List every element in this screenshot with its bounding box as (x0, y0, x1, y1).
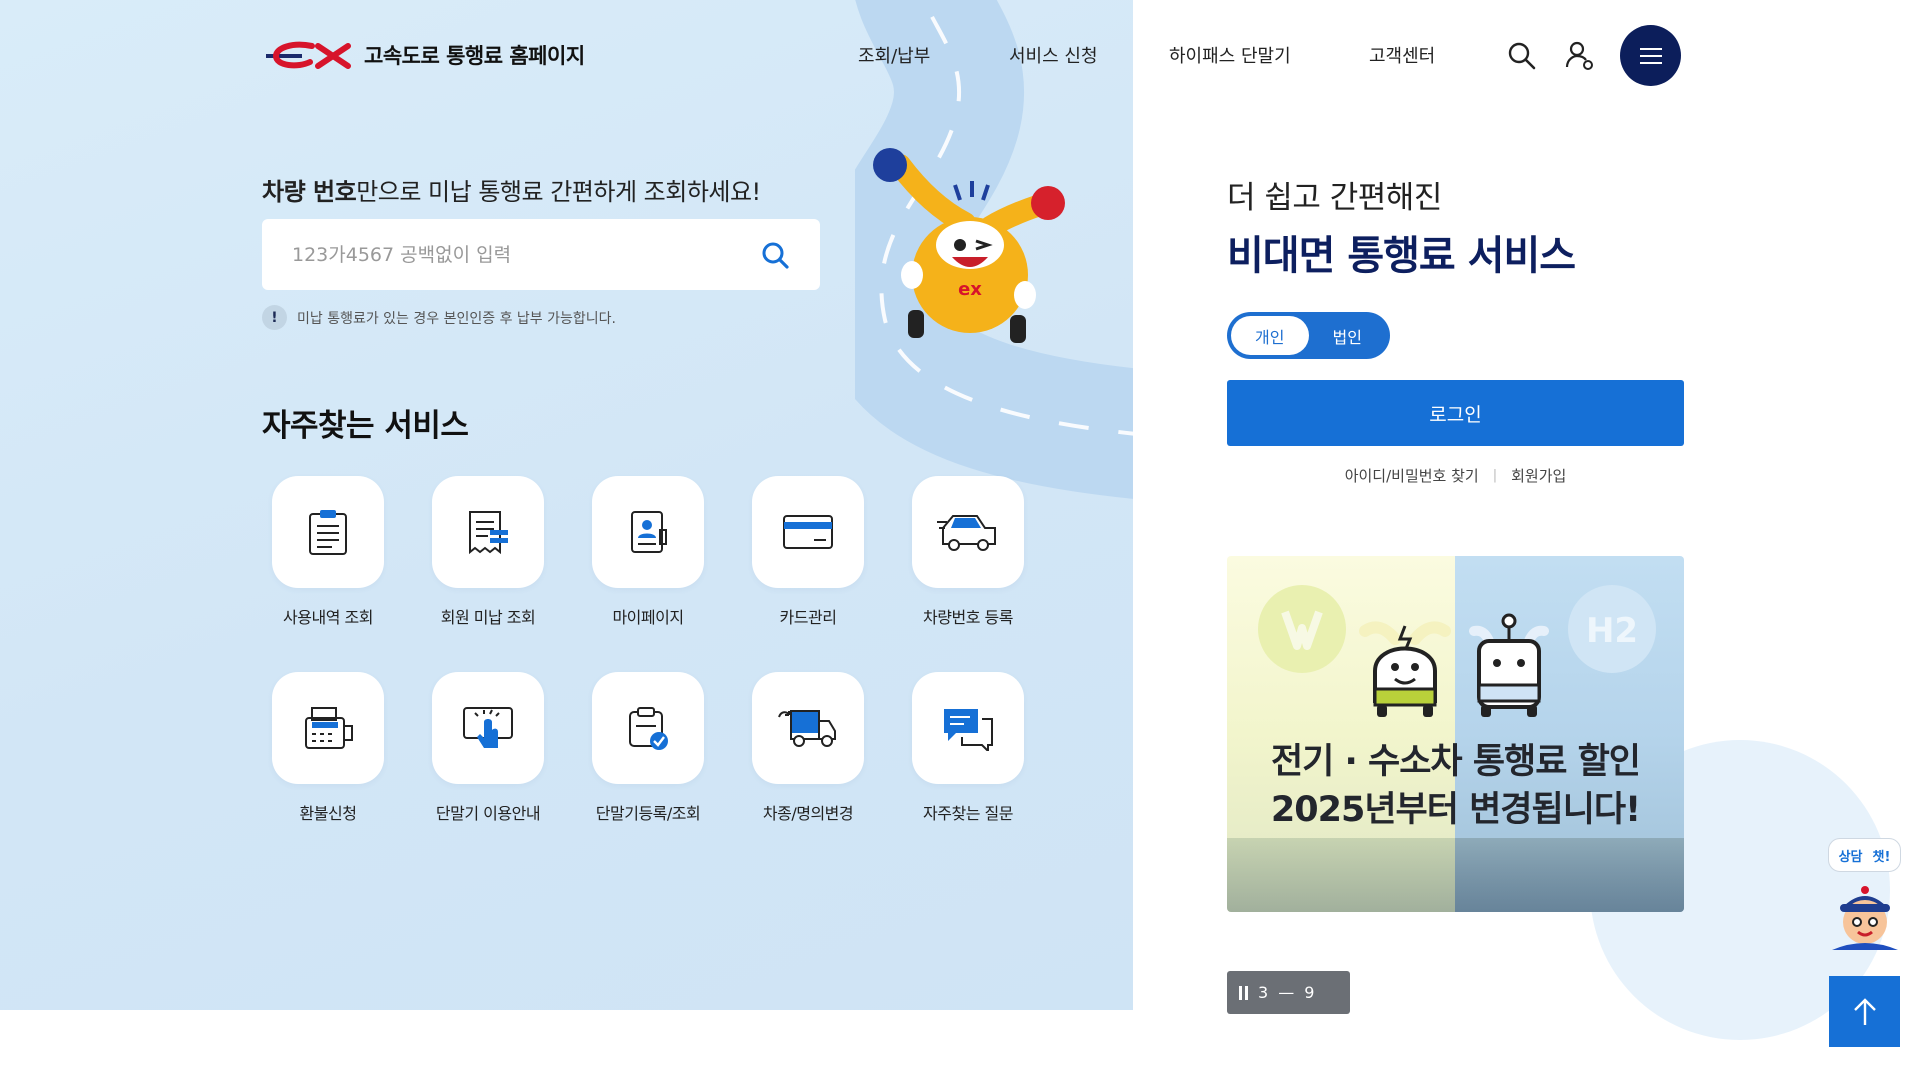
service-faq[interactable]: 자주찾는 질문 (912, 672, 1024, 824)
truck-change-icon (778, 710, 836, 747)
service-plate-register[interactable]: 차량번호 등록 (912, 476, 1024, 628)
login-title: 비대면 통행료 서비스 (1227, 233, 1576, 279)
find-id-password-link[interactable]: 아이디/비밀번호 찾기 (1345, 465, 1479, 486)
service-usage-history[interactable]: 사용내역 조회 (272, 476, 384, 628)
ex-logo-icon (266, 41, 351, 69)
login-button[interactable]: 로그인 (1227, 380, 1684, 446)
login-links: 아이디/비밀번호 찾기 | 회원가입 (1227, 465, 1684, 486)
service-label: 사용내역 조회 (283, 608, 373, 627)
pause-icon[interactable] (1239, 985, 1248, 1000)
chatbot-button[interactable] (1826, 884, 1904, 954)
site-title: 고속도로 통행료 홈페이지 (364, 44, 585, 68)
user-button[interactable] (1563, 38, 1597, 72)
service-device-register[interactable]: 단말기등록/조회 (592, 672, 704, 824)
chatbot-mascot-icon (1832, 886, 1898, 950)
service-card-management[interactable]: 카드관리 (752, 476, 864, 628)
search-icon (1508, 42, 1536, 70)
nav-service-apply[interactable]: 서비스 신청 (1009, 42, 1098, 68)
menu-icon (1639, 47, 1662, 50)
promo-banner[interactable]: H2 전기 · 수소차 통행료 할인 2025년부터 변경됩니다! (1227, 556, 1684, 912)
nav-hipass-device[interactable]: 하이패스 단말기 (1169, 42, 1291, 68)
services-grid: 사용내역 조회 회원 미납 조회 마이페이지 카드관리 차량번호 등록 환불신청… (272, 476, 1072, 826)
ev-car-illustration (1359, 621, 1451, 717)
service-refund[interactable]: 환불신청 (272, 672, 384, 824)
menu-button[interactable] (1620, 25, 1681, 86)
arrow-up-icon (1853, 997, 1876, 1025)
slide-separator: — (1278, 983, 1295, 1002)
scroll-top-button[interactable] (1829, 976, 1900, 1047)
touch-screen-icon (463, 707, 513, 748)
document-list-icon (309, 510, 347, 555)
member-type-toggle: 개인 법인 (1227, 312, 1390, 359)
search-submit-icon[interactable] (760, 240, 790, 270)
chatbot-bubble[interactable]: 상담 챗! (1828, 838, 1901, 872)
service-label: 자주찾는 질문 (923, 804, 1013, 823)
toggle-personal[interactable]: 개인 (1231, 316, 1309, 355)
chatbot-label-left: 상담 (1838, 849, 1863, 865)
nav-lookup-pay[interactable]: 조회/납부 (858, 42, 930, 68)
hydrogen-badge-icon: H2 (1568, 585, 1656, 673)
service-label: 환불신청 (299, 804, 357, 823)
banner-slider-control: 3 — 9 (1227, 971, 1350, 1014)
service-label: 단말기등록/조회 (595, 804, 701, 823)
banner-line-1: 전기 · 수소차 통행료 할인 (1270, 742, 1641, 782)
service-label: 차량번호 등록 (923, 608, 1013, 627)
search-heading: 차량 번호만으로 미납 통행료 간편하게 조회하세요! (262, 172, 761, 207)
hydrogen-car-illustration (1469, 613, 1549, 717)
login-subtitle: 더 쉽고 간편해진 (1227, 180, 1442, 216)
banner-headline: 전기 · 수소차 통행료 할인 2025년부터 변경됩니다! (1227, 738, 1684, 834)
nav-customer-center[interactable]: 고객센터 (1369, 42, 1435, 68)
refund-calculator-icon (305, 707, 353, 749)
search-heading-rest: 만으로 미납 통행료 간편하게 조회하세요! (356, 178, 761, 206)
service-vehicle-change[interactable]: 차종/명의변경 (752, 672, 864, 824)
search-note: ! 미납 통행료가 있는 경우 본인인증 후 납부 가능합니다. (262, 305, 616, 330)
toggle-corporate[interactable]: 법인 (1309, 316, 1387, 355)
electric-badge-icon (1258, 585, 1346, 673)
link-separator: | (1492, 468, 1498, 483)
user-icon (1565, 41, 1593, 70)
chatbot-label-right: 챗! (1872, 849, 1891, 865)
signup-link[interactable]: 회원가입 (1511, 465, 1566, 486)
profile-card-icon (631, 511, 667, 553)
service-device-guide[interactable]: 단말기 이용안내 (432, 672, 544, 824)
h2-badge-text: H2 (1586, 611, 1638, 651)
service-mypage[interactable]: 마이페이지 (592, 476, 704, 628)
service-label: 마이페이지 (612, 608, 684, 627)
site-logo[interactable]: 고속도로 통행료 홈페이지 (262, 40, 585, 70)
slide-current: 3 (1258, 983, 1269, 1002)
plate-search-input[interactable] (292, 243, 760, 266)
mascot-illustration: ex (860, 145, 1080, 345)
services-title: 자주찾는 서비스 (262, 408, 469, 444)
service-label: 단말기 이용안내 (435, 804, 541, 823)
slide-total: 9 (1304, 983, 1315, 1002)
banner-line-2: 2025년부터 변경됩니다! (1270, 790, 1641, 830)
car-icon (937, 515, 996, 551)
search-button[interactable] (1506, 40, 1538, 72)
svg-text:ex: ex (958, 279, 982, 300)
service-label: 카드관리 (779, 608, 837, 627)
credit-card-icon (783, 515, 833, 549)
plate-search-box (262, 219, 820, 290)
search-heading-bold: 차량 번호 (262, 178, 357, 206)
receipt-icon (469, 511, 508, 555)
exclamation-icon: ! (262, 305, 287, 330)
service-label: 회원 미납 조회 (440, 608, 536, 627)
chat-faq-icon (944, 709, 993, 751)
service-label: 차종/명의변경 (762, 804, 854, 823)
device-check-icon (629, 707, 668, 750)
service-member-unpaid[interactable]: 회원 미납 조회 (432, 476, 544, 628)
search-note-text: 미납 통행료가 있는 경우 본인인증 후 납부 가능합니다. (297, 310, 616, 327)
